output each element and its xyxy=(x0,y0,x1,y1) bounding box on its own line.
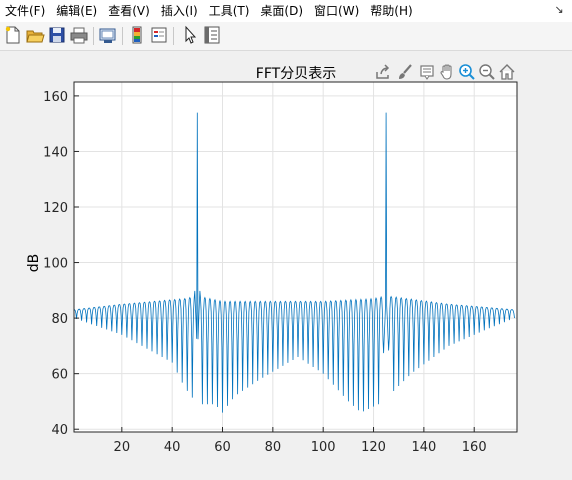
y-tick-label: 160 xyxy=(43,90,68,105)
x-tick-label: 60 xyxy=(214,440,231,455)
x-tick-labels: 20 40 60 80 100 120 140 160 xyxy=(114,440,487,455)
y-axis-label: dB xyxy=(26,254,42,273)
chart-title: FFT分贝表示 xyxy=(256,66,336,82)
zoom-out-icon[interactable] xyxy=(478,63,496,81)
y-tick-labels: 40 60 80 100 120 140 160 xyxy=(43,90,68,438)
x-tick-label: 160 xyxy=(462,440,487,455)
x-tick-label: 120 xyxy=(361,440,386,455)
y-tick-label: 100 xyxy=(43,257,68,272)
x-tick-label: 20 xyxy=(114,440,131,455)
x-tick-label: 80 xyxy=(265,440,282,455)
axes-background xyxy=(74,82,517,432)
x-tick-label: 100 xyxy=(311,440,336,455)
x-tick-label: 40 xyxy=(164,440,181,455)
export-icon[interactable] xyxy=(374,63,392,81)
home-icon[interactable] xyxy=(498,63,516,81)
brush-icon[interactable] xyxy=(396,63,414,81)
x-tick-label: 140 xyxy=(411,440,436,455)
y-tick-label: 60 xyxy=(51,368,68,383)
y-tick-label: 40 xyxy=(51,423,68,438)
zoom-in-icon[interactable] xyxy=(458,63,476,81)
data-tips-icon[interactable] xyxy=(418,63,436,81)
y-tick-label: 140 xyxy=(43,145,68,160)
y-tick-label: 120 xyxy=(43,201,68,216)
y-tick-label: 80 xyxy=(51,312,68,327)
pan-hand-icon[interactable] xyxy=(438,63,456,81)
